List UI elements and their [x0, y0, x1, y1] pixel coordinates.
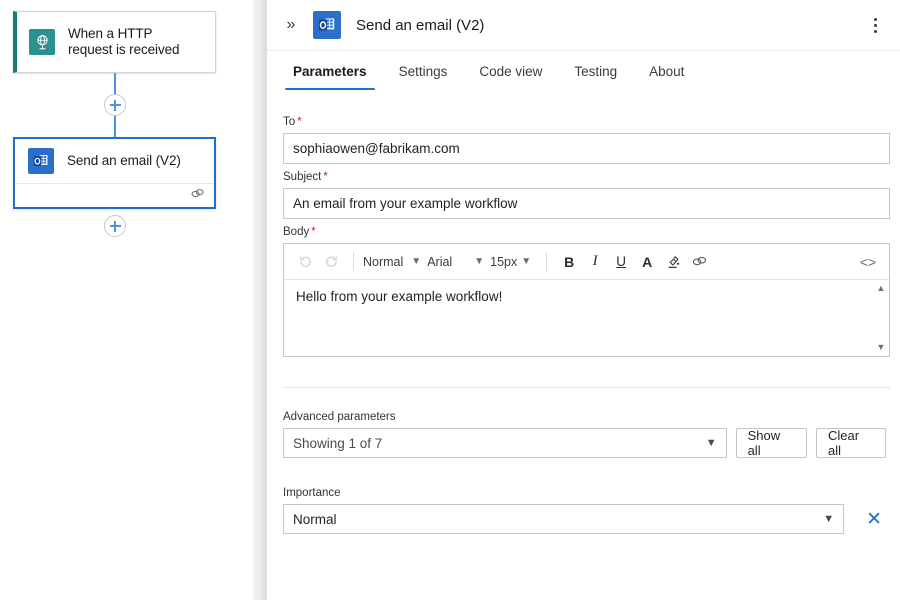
- field-subject: Subject* An email from your example work…: [283, 170, 886, 219]
- to-input[interactable]: sophiaowen@fabrikam.com: [283, 133, 890, 164]
- font-family-select[interactable]: Arial ▼: [427, 249, 490, 275]
- remove-importance-button[interactable]: ✕: [862, 510, 886, 529]
- workflow-designer: When a HTTP request is received: [0, 0, 900, 600]
- bold-button[interactable]: B: [556, 249, 582, 275]
- body-editor-text: Hello from your example workflow!: [296, 289, 502, 304]
- more-vertical-icon[interactable]: [864, 13, 886, 37]
- panel-resize-gutter[interactable]: [253, 0, 267, 600]
- show-all-button[interactable]: Show all: [736, 428, 807, 458]
- parameters-form: To* sophiaowen@fabrikam.com Subject* An …: [267, 107, 900, 534]
- outlook-icon: [28, 148, 54, 174]
- clear-all-button[interactable]: Clear all: [816, 428, 886, 458]
- editor-toolbar: Normal ▼ Arial ▼ 15px ▼ B: [284, 244, 889, 279]
- tab-about[interactable]: About: [639, 63, 694, 90]
- chevron-down-icon: ▼: [696, 437, 717, 449]
- to-label-text: To: [283, 116, 295, 128]
- body-rich-text-editor[interactable]: Normal ▼ Arial ▼ 15px ▼ B: [283, 243, 890, 357]
- importance-select[interactable]: Normal ▼: [283, 504, 844, 534]
- action-details-panel: » Send an email (V2) Pa: [267, 0, 900, 600]
- subject-label: Subject*: [283, 170, 886, 184]
- underline-button[interactable]: U: [608, 249, 634, 275]
- body-label: Body*: [283, 225, 886, 239]
- advanced-parameters-row: Showing 1 of 7 ▼ Show all Clear all: [283, 428, 886, 458]
- font-size-value: 15px: [490, 255, 517, 269]
- body-editor-content[interactable]: Hello from your example workflow! ▲ ▼: [284, 279, 889, 356]
- page-title: Send an email (V2): [356, 17, 484, 34]
- to-input-value: sophiaowen@fabrikam.com: [293, 141, 460, 156]
- workflow-node-http-trigger[interactable]: When a HTTP request is received: [13, 11, 216, 73]
- workflow-node-title: When a HTTP request is received: [68, 26, 196, 58]
- italic-button[interactable]: I: [582, 249, 608, 275]
- chevron-down-icon: ▼: [474, 256, 484, 267]
- body-label-text: Body: [283, 226, 309, 238]
- subject-input-value: An email from your example workflow: [293, 196, 517, 211]
- advanced-parameters-value: Showing 1 of 7: [293, 436, 382, 451]
- body-editor-scrollbar[interactable]: ▲ ▼: [873, 280, 889, 356]
- workflow-node-header-row: Send an email (V2): [15, 139, 214, 183]
- importance-label: Importance: [283, 486, 886, 500]
- tab-settings[interactable]: Settings: [389, 63, 458, 90]
- chevron-double-right-icon[interactable]: »: [281, 17, 301, 33]
- link-icon[interactable]: [190, 187, 205, 205]
- panel-header: » Send an email (V2): [267, 0, 900, 51]
- workflow-canvas[interactable]: When a HTTP request is received: [0, 0, 253, 600]
- tab-code-view[interactable]: Code view: [469, 63, 552, 90]
- field-to: To* sophiaowen@fabrikam.com: [283, 115, 886, 164]
- add-step-button-2[interactable]: [104, 215, 126, 237]
- tab-parameters[interactable]: Parameters: [283, 63, 377, 90]
- workflow-node-footer: [15, 183, 214, 207]
- advanced-parameters-select[interactable]: Showing 1 of 7 ▼: [283, 428, 727, 458]
- chevron-down-icon: ▼: [521, 256, 531, 267]
- chevron-down-icon: ▼: [813, 513, 834, 525]
- toolbar-divider: [546, 252, 547, 271]
- spacer: [283, 464, 886, 486]
- subject-label-text: Subject: [283, 171, 321, 183]
- scroll-down-arrow[interactable]: ▼: [877, 343, 886, 352]
- workflow-node-title: Send an email (V2): [67, 153, 181, 169]
- scroll-up-arrow[interactable]: ▲: [877, 284, 886, 293]
- undo-icon[interactable]: [292, 249, 318, 275]
- font-size-select[interactable]: 15px ▼: [490, 249, 537, 275]
- tab-testing[interactable]: Testing: [564, 63, 627, 90]
- panel-tabs: Parameters Settings Code view Testing Ab…: [267, 63, 900, 107]
- required-marker: *: [311, 226, 315, 238]
- importance-row: Normal ▼ ✕: [283, 504, 886, 534]
- chevron-down-icon: ▼: [411, 256, 421, 267]
- redo-icon[interactable]: [318, 249, 344, 275]
- section-divider: [283, 387, 890, 388]
- code-view-button[interactable]: <>: [855, 249, 881, 275]
- field-importance: Importance Normal ▼ ✕: [283, 486, 886, 534]
- paragraph-style-value: Normal: [363, 255, 403, 269]
- advanced-parameters-label: Advanced parameters: [283, 410, 886, 424]
- link-icon[interactable]: [686, 249, 712, 275]
- paragraph-style-select[interactable]: Normal ▼: [363, 249, 427, 275]
- required-marker: *: [323, 171, 327, 183]
- highlight-icon[interactable]: [660, 249, 686, 275]
- importance-value: Normal: [293, 512, 337, 527]
- field-body: Body*: [283, 225, 886, 357]
- to-label: To*: [283, 115, 886, 129]
- subject-input[interactable]: An email from your example workflow: [283, 188, 890, 219]
- font-family-value: Arial: [427, 255, 452, 269]
- workflow-node-send-email[interactable]: Send an email (V2): [13, 137, 216, 209]
- add-step-button-1[interactable]: [104, 94, 126, 116]
- required-marker: *: [297, 116, 301, 128]
- font-color-button[interactable]: A: [634, 249, 660, 275]
- toolbar-divider: [353, 252, 354, 271]
- http-request-icon: [29, 29, 55, 55]
- field-advanced-parameters: Advanced parameters Showing 1 of 7 ▼ Sho…: [283, 410, 886, 458]
- outlook-icon: [313, 11, 341, 39]
